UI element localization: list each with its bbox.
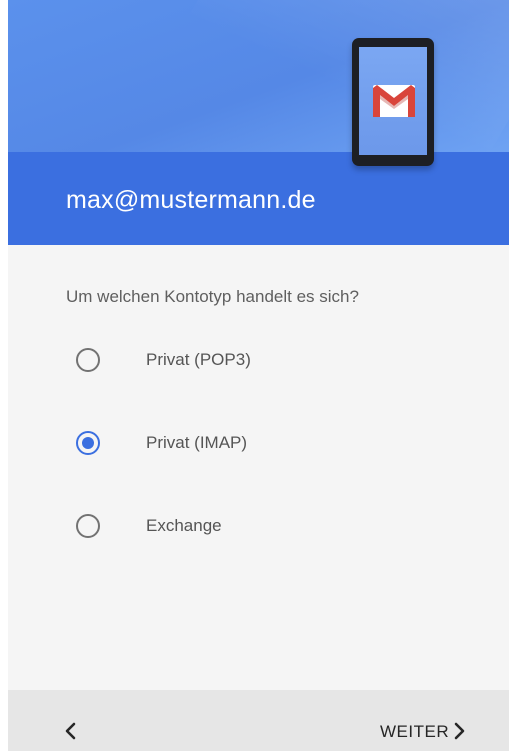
radio-button[interactable]	[76, 348, 100, 372]
radio-selected-dot	[82, 437, 94, 449]
chevron-left-icon	[65, 722, 76, 740]
account-email: max@mustermann.de	[66, 186, 316, 214]
option-label: Exchange	[146, 516, 222, 535]
device-screen	[359, 47, 427, 155]
option-label: Privat (IMAP)	[146, 433, 248, 452]
back-button[interactable]	[56, 714, 96, 748]
account-header: max@mustermann.de	[8, 0, 509, 245]
next-button-label: WEITER	[380, 722, 450, 741]
radio-option-exchange[interactable]: Exchange	[68, 506, 428, 546]
radio-button-checked[interactable]	[76, 431, 100, 455]
question-label: Um welchen Kontotyp handelt es sich?	[66, 287, 359, 306]
radio-option-imap[interactable]: Privat (IMAP)	[68, 423, 428, 463]
radio-button[interactable]	[76, 514, 100, 538]
account-type-form: Um welchen Kontotyp handelt es sich? Pri…	[8, 245, 509, 690]
chevron-right-icon	[454, 722, 465, 740]
option-label: Privat (POP3)	[146, 350, 251, 369]
next-button[interactable]: WEITER	[368, 714, 478, 748]
gmail-icon	[373, 85, 415, 117]
gmail-device-icon	[352, 38, 434, 166]
navigation-footer: WEITER	[8, 690, 509, 751]
app-screen: max@mustermann.de Um welchen Kontotyp ha…	[8, 0, 509, 751]
radio-option-pop3[interactable]: Privat (POP3)	[68, 340, 428, 380]
